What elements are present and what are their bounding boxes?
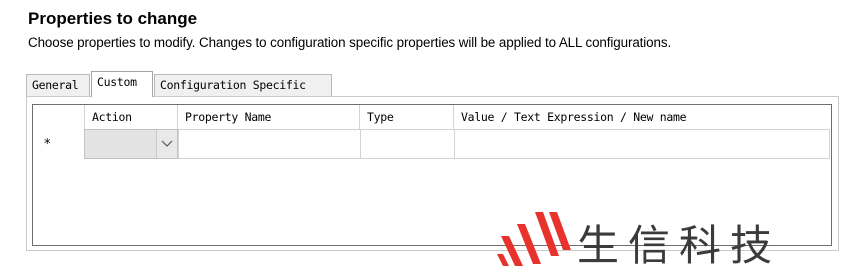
column-header-action[interactable]: Action (85, 105, 178, 129)
red-stripes-icon (497, 212, 571, 266)
watermark-logo: 生信科技 (497, 210, 837, 270)
row-header-corner (33, 105, 85, 129)
section-title: Properties to change (28, 9, 198, 28)
property-name-cell[interactable] (178, 129, 361, 159)
tab-general[interactable]: General (26, 74, 90, 96)
section-description: Choose properties to modify. Changes to … (28, 35, 672, 50)
watermark-text: 生信科技 (577, 221, 782, 270)
column-header-property-name[interactable]: Property Name (178, 105, 360, 129)
tab-custom[interactable]: Custom (91, 71, 153, 97)
tab-configuration-specific[interactable]: Configuration Specific (154, 74, 332, 96)
grid-header-row: Action Property Name Type Value / Text E… (33, 105, 831, 129)
new-row (33, 129, 830, 159)
type-cell[interactable] (360, 129, 455, 159)
value-cell[interactable] (454, 129, 830, 159)
column-header-type[interactable]: Type (360, 105, 454, 129)
column-header-value[interactable]: Value / Text Expression / New name (454, 105, 831, 129)
